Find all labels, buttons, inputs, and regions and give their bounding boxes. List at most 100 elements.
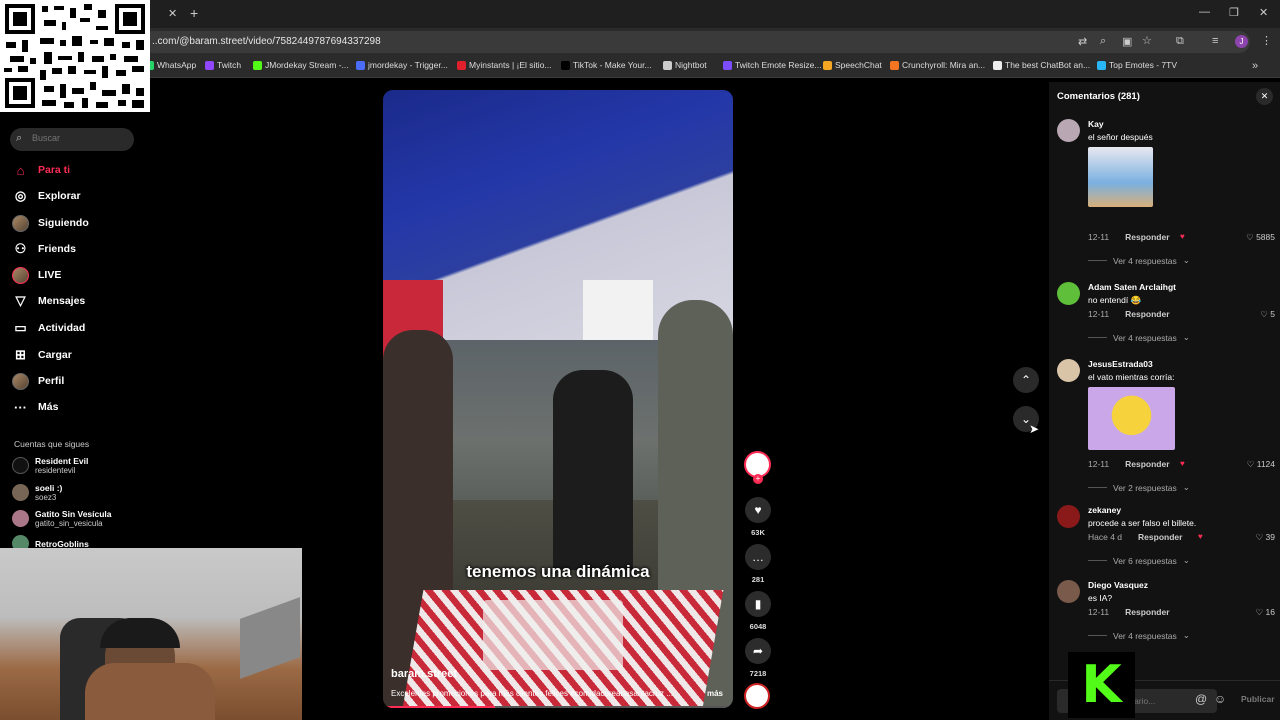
close-tab-icon[interactable]: ✕: [168, 7, 177, 20]
search-box[interactable]: ⌕: [10, 128, 134, 151]
comment-image[interactable]: [1088, 387, 1175, 450]
nav-item-friends[interactable]: ⚇ Friends: [12, 238, 76, 260]
comment-icon[interactable]: …: [745, 544, 771, 570]
avatar[interactable]: [1057, 282, 1080, 305]
nav-item-para-ti[interactable]: ⌂ Para ti: [12, 159, 71, 181]
avatar[interactable]: [1057, 505, 1080, 528]
bookmark-item[interactable]: Crunchyroll: Mira an...: [890, 60, 985, 70]
video-more-link[interactable]: más: [707, 689, 723, 698]
url-text[interactable]: ..com/@baram.street/video/75824497876943…: [152, 36, 381, 47]
minimize-icon[interactable]: —: [1199, 6, 1210, 18]
bookmark-star-icon[interactable]: ☆: [1142, 34, 1152, 47]
close-comments-button[interactable]: ✕: [1256, 88, 1273, 105]
reply-button[interactable]: Responder: [1125, 232, 1169, 242]
music-disc-icon[interactable]: [744, 683, 770, 709]
zoom-icon[interactable]: ⌕: [1100, 35, 1106, 48]
nav-item-siguiendo[interactable]: Siguiendo: [12, 212, 89, 234]
comment-likes[interactable]: ♡ 39: [1256, 532, 1275, 543]
following-account[interactable]: soeli :) soez3: [12, 483, 62, 502]
view-replies-button[interactable]: Ver 4 respuestas ⌄: [1088, 255, 1190, 266]
video-player[interactable]: tenemos una dinámica baram.street Excele…: [383, 90, 733, 708]
nav-item-explorar[interactable]: ◎ Explorar: [12, 185, 81, 207]
bookmark-item[interactable]: Nightbot: [663, 60, 707, 70]
view-replies-button[interactable]: Ver 4 respuestas ⌄: [1088, 630, 1190, 641]
new-tab-icon[interactable]: +: [190, 5, 198, 21]
comment-meta: 12-11 Responder: [1088, 459, 1170, 469]
reply-button[interactable]: Responder: [1125, 309, 1169, 319]
extensions-icon[interactable]: ⧉: [1176, 35, 1184, 48]
cast-icon[interactable]: ▣: [1122, 35, 1132, 48]
bookmark-item[interactable]: Twitch Emote Resize...: [723, 60, 821, 70]
video-author[interactable]: baram.street: [391, 668, 457, 680]
bookmark-item[interactable]: JMordekay Stream -...: [253, 60, 349, 70]
reading-list-icon[interactable]: ≡: [1212, 35, 1218, 47]
comment-text: el señor después: [1088, 132, 1153, 142]
share-icon[interactable]: ➦: [745, 638, 771, 664]
video-scene-light: [583, 280, 653, 340]
share-count: 7218: [749, 669, 767, 678]
bookmark-item[interactable]: The best ChatBot an...: [993, 60, 1090, 70]
bookmark-item[interactable]: TikTok - Make Your...: [561, 60, 652, 70]
avatar[interactable]: [1057, 580, 1080, 603]
comment-text: es IA?: [1088, 593, 1113, 603]
nav-item-live[interactable]: LIVE: [12, 264, 61, 286]
profile-avatar[interactable]: J: [1235, 35, 1248, 48]
view-replies-button[interactable]: Ver 4 respuestas ⌄: [1088, 332, 1190, 343]
following-account[interactable]: Gatito Sin Vesícula gatito_sin_vesicula: [12, 509, 112, 528]
like-action[interactable]: ♥ 63K: [744, 497, 772, 537]
publish-button[interactable]: Publicar: [1241, 694, 1275, 704]
bookmarks-overflow-icon[interactable]: »: [1252, 60, 1258, 72]
bookmark-item[interactable]: Myinstants | ¡El sitio...: [457, 60, 552, 70]
bookmark-icon[interactable]: ▮: [745, 591, 771, 617]
mention-icon[interactable]: @: [1195, 692, 1207, 706]
comment-user[interactable]: Diego Vasquez: [1088, 580, 1148, 590]
nav-item-mas[interactable]: ··· Más: [12, 396, 58, 418]
bookmarks-bar: WhatsApp Twitch JMordekay Stream -... jm…: [0, 56, 1280, 78]
comment-item: JesusEstrada03 el vato mientras corría: …: [1057, 359, 1275, 493]
comment-user[interactable]: Kay: [1088, 119, 1104, 129]
reply-button[interactable]: Responder: [1138, 532, 1182, 542]
bookmark-favicon-icon: [561, 60, 570, 70]
comment-likes[interactable]: ♡ 16: [1256, 607, 1275, 618]
bookmark-item[interactable]: Twitch: [205, 60, 241, 70]
emoji-icon[interactable]: ☺: [1214, 692, 1226, 706]
nav-item-cargar[interactable]: ⊞ Cargar: [12, 344, 72, 366]
comment-user[interactable]: Adam Saten Arclaihgt: [1088, 282, 1176, 292]
follow-plus-icon[interactable]: +: [753, 474, 763, 484]
save-action[interactable]: ▮ 6048: [744, 591, 772, 631]
comment-likes[interactable]: ♡ 1124: [1247, 459, 1275, 470]
url-box[interactable]: ..com/@baram.street/video/75824497876943…: [142, 31, 1250, 53]
video-progress-bar[interactable]: [383, 706, 733, 708]
following-account[interactable]: Resident Evil residentevil: [12, 456, 88, 475]
share-action[interactable]: ➦ 7218: [744, 638, 772, 678]
browser-menu-icon[interactable]: ⋮: [1261, 34, 1272, 47]
comment-user[interactable]: JesusEstrada03: [1088, 359, 1153, 369]
view-replies-button[interactable]: Ver 2 respuestas ⌄: [1088, 482, 1190, 493]
chevron-down-icon: ⌄: [1182, 255, 1190, 265]
comment-user[interactable]: zekaney: [1088, 505, 1121, 515]
nav-item-actividad[interactable]: ▭ Actividad: [12, 317, 85, 339]
heart-icon[interactable]: ♥: [745, 497, 771, 523]
reply-button[interactable]: Responder: [1125, 459, 1169, 469]
nav-item-perfil[interactable]: Perfil: [12, 370, 64, 392]
bookmark-item[interactable]: WhatsApp: [145, 60, 196, 70]
bookmark-item[interactable]: jmordekay - Trigger...: [356, 60, 448, 70]
bookmark-item[interactable]: SpeechChat: [823, 60, 882, 70]
avatar[interactable]: [1057, 359, 1080, 382]
bookmark-item[interactable]: Top Emotes - 7TV: [1097, 60, 1177, 70]
window-close-icon[interactable]: ✕: [1259, 6, 1268, 19]
comment-action[interactable]: … 281: [744, 544, 772, 584]
reply-button[interactable]: Responder: [1125, 607, 1169, 617]
previous-video-button[interactable]: ⌃: [1013, 367, 1039, 393]
search-input[interactable]: [32, 133, 128, 143]
restore-icon[interactable]: ❐: [1229, 6, 1239, 19]
translate-icon[interactable]: ⇄: [1078, 35, 1087, 48]
nav-item-mensajes[interactable]: ▽ Mensajes: [12, 290, 86, 312]
view-replies-button[interactable]: Ver 6 respuestas ⌄: [1088, 555, 1190, 566]
chevron-down-icon: ⌄: [1182, 630, 1190, 640]
address-bar-row: ..com/@baram.street/video/75824497876943…: [0, 28, 1280, 56]
comment-image[interactable]: [1088, 147, 1153, 207]
comment-likes[interactable]: ♡ 5885: [1246, 232, 1275, 243]
comment-likes[interactable]: ♡ 5: [1260, 309, 1275, 320]
avatar[interactable]: [1057, 119, 1080, 142]
